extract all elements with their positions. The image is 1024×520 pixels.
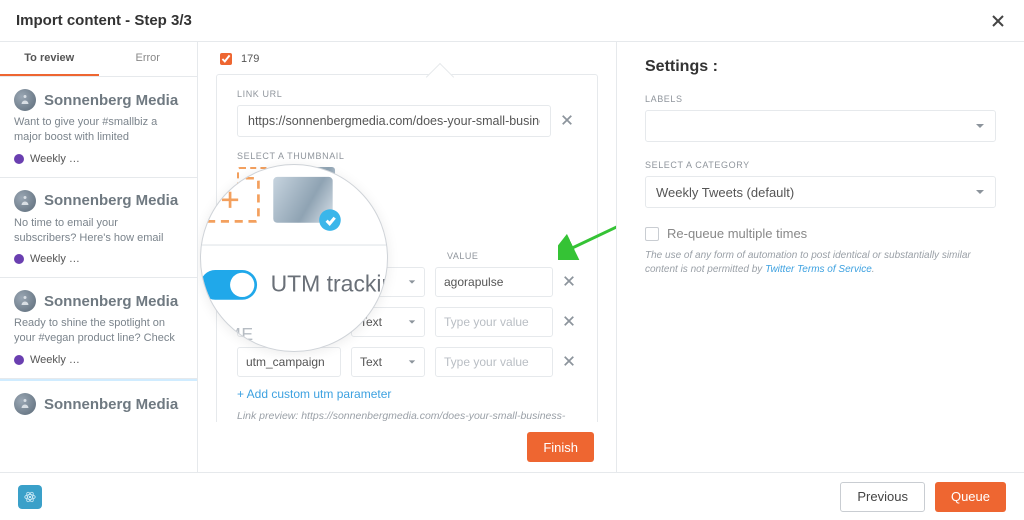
account-avatar <box>14 290 36 312</box>
add-thumbnail-button <box>200 177 259 223</box>
category-tag: Weekly … <box>30 253 80 265</box>
post-excerpt: Ready to shine the spotlight on your #ve… <box>14 316 183 346</box>
labels-label: LABELS <box>645 94 996 104</box>
settings-title: Settings : <box>645 58 996 76</box>
account-avatar <box>14 393 36 415</box>
utm-value-input[interactable] <box>435 347 553 377</box>
link-preview: Link preview: https://sonnenbergmedia.co… <box>237 409 577 422</box>
chevron-down-icon <box>975 187 985 197</box>
finish-button[interactable]: Finish <box>527 432 594 462</box>
zoom-callout: UTM tracking NAME <box>200 164 388 352</box>
settings-panel: Settings : LABELS SELECT A CATEGORY Week… <box>616 42 1024 472</box>
close-button[interactable] <box>988 11 1008 31</box>
tab-to-review[interactable]: To review <box>0 42 99 76</box>
post-count: 179 <box>241 53 259 65</box>
utm-header-name: NAME <box>200 324 388 344</box>
sidebar: To review Error Sonnenberg Media Want to… <box>0 42 198 472</box>
category-tag: Weekly … <box>30 153 80 165</box>
previous-button[interactable]: Previous <box>840 482 925 512</box>
remove-param-button[interactable] <box>563 274 577 290</box>
requeue-label: Re-queue multiple times <box>667 226 807 241</box>
account-name: Sonnenberg Media <box>44 92 178 109</box>
account-name: Sonnenberg Media <box>44 293 178 310</box>
account-avatar <box>14 190 36 212</box>
category-dot <box>14 355 24 365</box>
thumbnail-label: SELECT A THUMBNAIL <box>237 151 577 161</box>
chevron-down-icon <box>408 358 416 366</box>
page-title: Import content - Step 3/3 <box>16 12 192 29</box>
post-item[interactable]: Sonnenberg Media Ready to shine the spot… <box>0 278 197 379</box>
post-item[interactable]: Sonnenberg Media <box>0 379 197 431</box>
queue-button[interactable]: Queue <box>935 482 1006 512</box>
utm-header-value: VALUE <box>447 251 567 261</box>
requeue-checkbox[interactable]: Re-queue multiple times <box>645 226 996 241</box>
link-url-label: LINK URL <box>237 89 577 99</box>
utm-tracking-toggle <box>200 270 257 300</box>
clear-link-button[interactable] <box>561 113 577 129</box>
utm-value-input[interactable] <box>435 267 553 297</box>
utm-value-input[interactable] <box>435 307 553 337</box>
tab-error[interactable]: Error <box>99 42 198 76</box>
chevron-down-icon <box>408 278 416 286</box>
select-post-checkbox[interactable]: 179 <box>216 50 598 68</box>
thumbnail-option <box>273 177 332 223</box>
category-select[interactable]: Weekly Tweets (default) <box>645 176 996 208</box>
account-avatar <box>14 89 36 111</box>
atom-icon <box>23 490 37 504</box>
chevron-down-icon <box>975 121 985 131</box>
category-dot <box>14 154 24 164</box>
category-label: SELECT A CATEGORY <box>645 160 996 170</box>
post-item[interactable]: Sonnenberg Media No time to email your s… <box>0 178 197 279</box>
policy-notice: The use of any form of automation to pos… <box>645 249 996 277</box>
remove-param-button[interactable] <box>563 354 577 370</box>
post-item[interactable]: Sonnenberg Media Want to give your #smal… <box>0 77 197 178</box>
twitter-tos-link[interactable]: Twitter Terms of Service <box>765 264 872 275</box>
plus-icon <box>221 190 240 209</box>
checkbox-icon <box>645 227 659 241</box>
post-excerpt: Want to give your #smallbiz a major boos… <box>14 115 183 145</box>
check-icon <box>319 209 341 231</box>
remove-param-button[interactable] <box>563 314 577 330</box>
chevron-down-icon <box>408 318 416 326</box>
account-name: Sonnenberg Media <box>44 396 178 413</box>
post-excerpt: No time to email your subscribers? Here'… <box>14 216 183 246</box>
add-utm-param-link[interactable]: + Add custom utm parameter <box>237 387 577 401</box>
utm-type-select[interactable]: Text <box>351 347 425 377</box>
link-url-input[interactable] <box>237 105 551 137</box>
category-tag: Weekly … <box>30 354 80 366</box>
close-icon <box>991 14 1005 28</box>
category-dot <box>14 254 24 264</box>
labels-select[interactable] <box>645 110 996 142</box>
account-name: Sonnenberg Media <box>44 192 178 209</box>
app-logo[interactable] <box>18 485 42 509</box>
utm-tracking-label: UTM tracking <box>271 271 388 298</box>
